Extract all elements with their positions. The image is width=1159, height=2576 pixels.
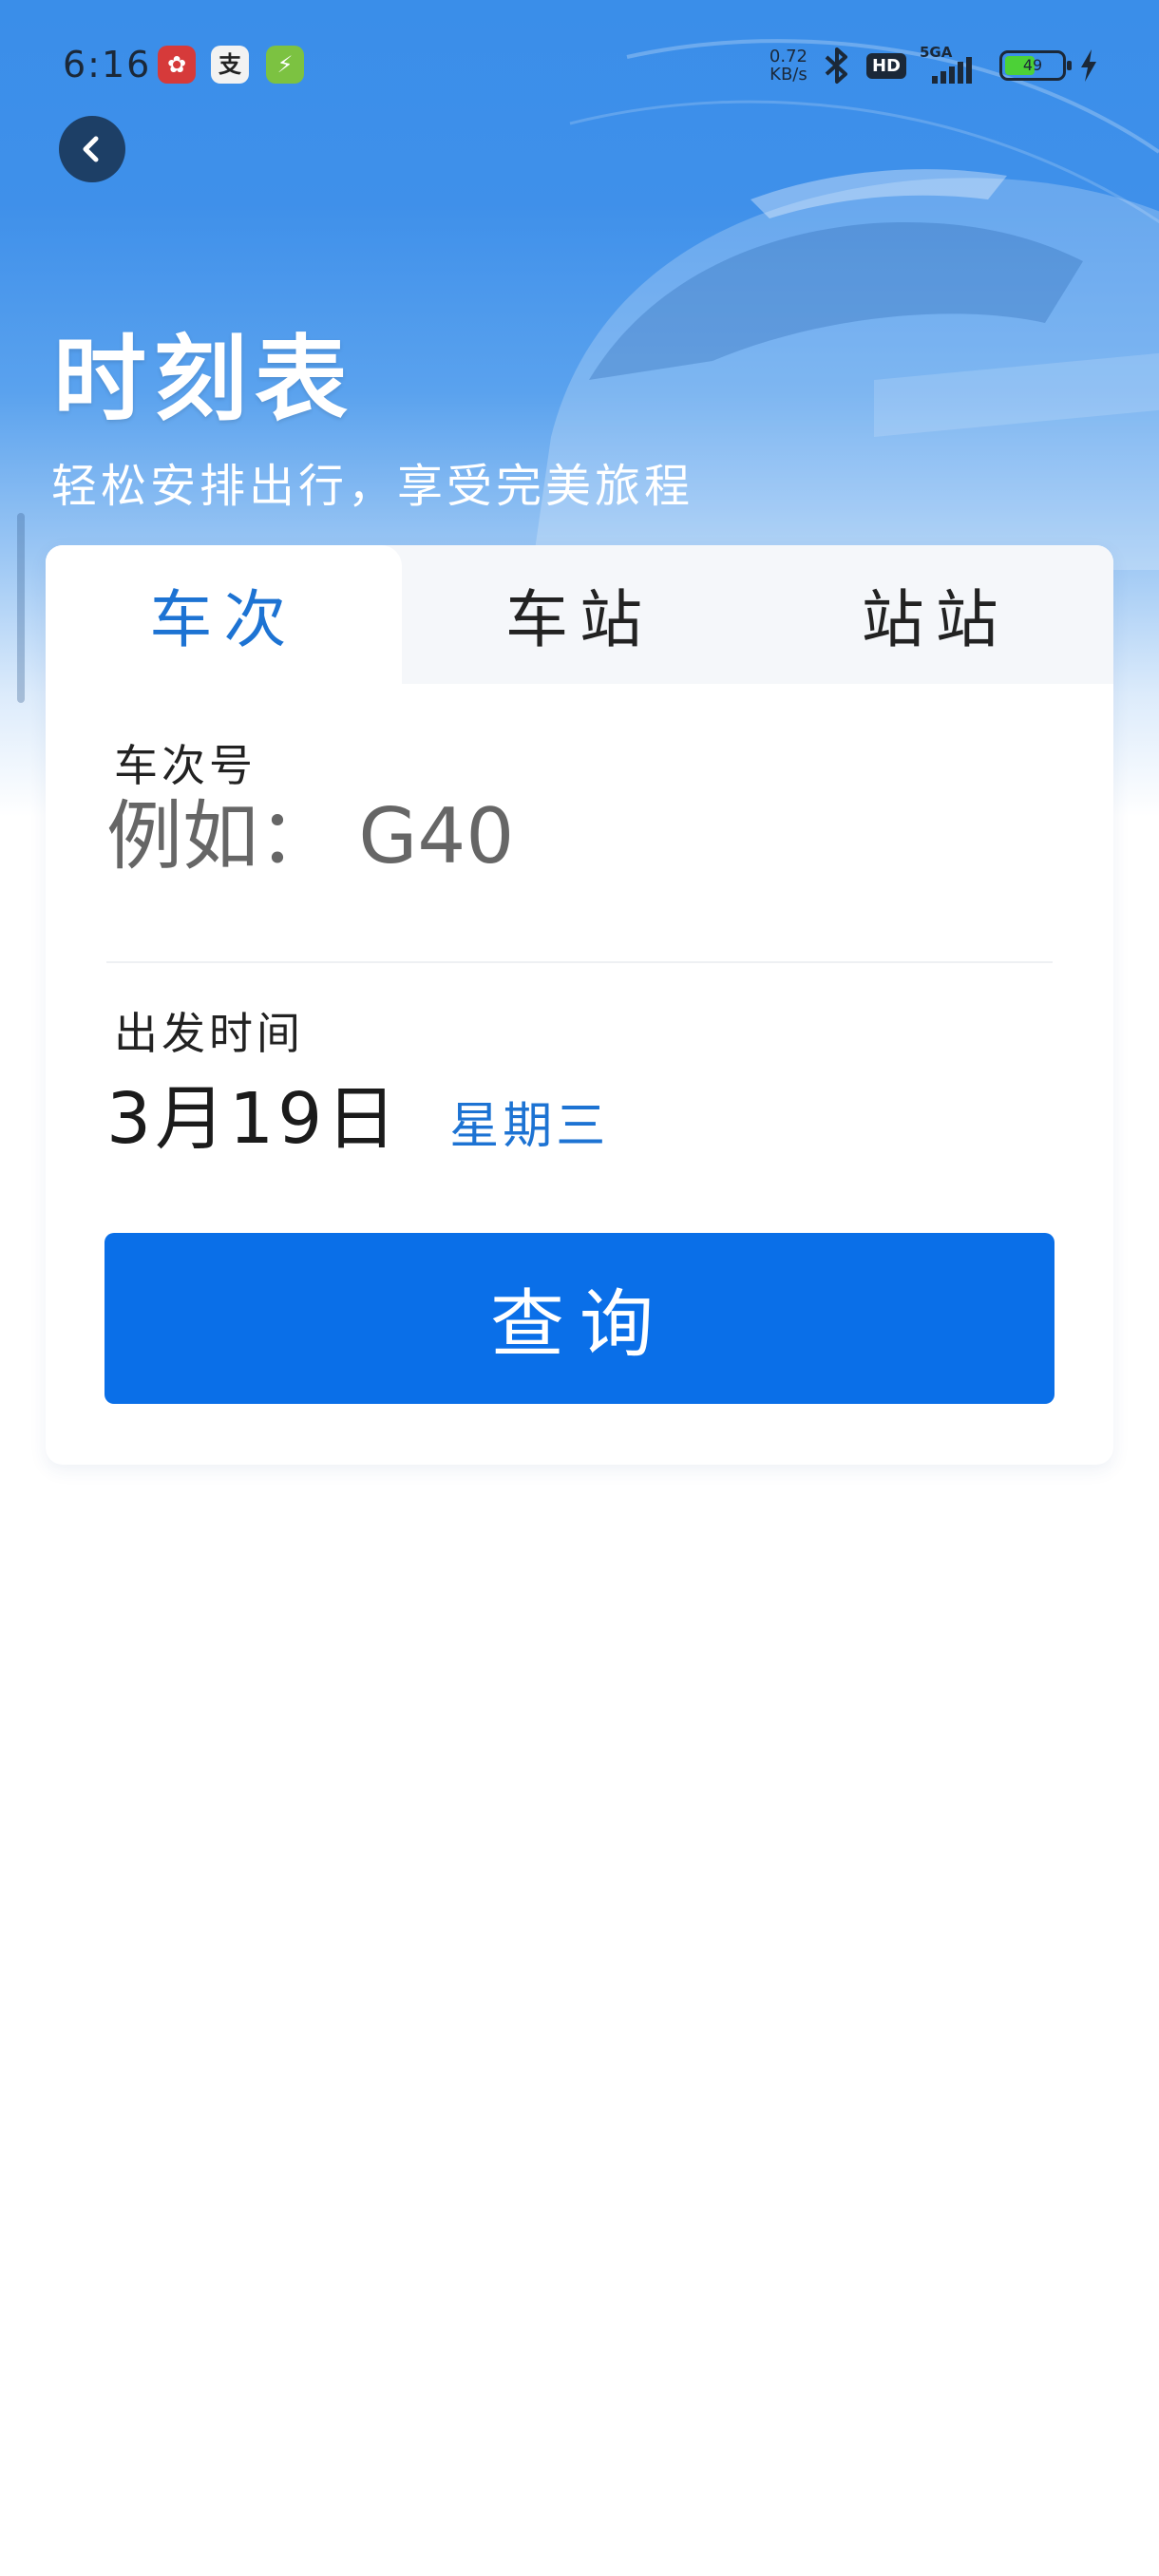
- battery-percent: 49: [1022, 56, 1043, 74]
- scroll-indicator: [17, 513, 25, 703]
- tab-station[interactable]: 车站: [402, 545, 758, 684]
- hd-badge: HD: [865, 52, 906, 79]
- departure-weekday: 星期三: [449, 1098, 610, 1155]
- search-button[interactable]: 查询: [104, 1233, 1054, 1404]
- tab-train-number[interactable]: 车次: [46, 545, 402, 684]
- status-time: 6:16: [63, 44, 152, 85]
- chevron-left-icon: [83, 136, 99, 162]
- timetable-search-card: 车次 车站 站站 车次号 出发时间 3月19日 星期三 查询: [46, 545, 1113, 1465]
- network-type-label: 5GA: [920, 44, 953, 61]
- store-app-icon: 支: [211, 46, 249, 84]
- gift-app-icon: ✿: [158, 46, 196, 84]
- back-button[interactable]: [59, 116, 125, 182]
- train-number-input[interactable]: [106, 788, 1056, 883]
- network-speed: 0.72 KB/s: [770, 47, 808, 84]
- departure-date: 3月19日: [106, 1078, 401, 1160]
- status-indicators: 0.72 KB/s HD 5GA 49: [770, 42, 1098, 89]
- network-speed-value: 0.72: [769, 47, 808, 66]
- tab-station-to-station[interactable]: 站站: [757, 545, 1113, 684]
- page-title: 时刻表: [53, 326, 356, 434]
- charge-app-icon: ⚡: [266, 46, 304, 84]
- train-number-label: 车次号: [114, 740, 256, 791]
- search-mode-tabs: 车次 车站 站站: [46, 545, 1113, 684]
- charging-bolt-icon: [1081, 49, 1096, 82]
- cellular-signal-icon: 5GA: [920, 44, 986, 84]
- divider: [106, 961, 1053, 963]
- page-subtitle: 轻松安排出行，享受完美旅程: [51, 460, 694, 513]
- battery-icon: 49: [999, 50, 1072, 81]
- status-bar: 6:16 ✿ 支 ⚡ 0.72 KB/s HD 5GA 49: [0, 0, 1159, 133]
- network-speed-unit: KB/s: [770, 65, 808, 85]
- departure-date-picker[interactable]: 3月19日 星期三: [106, 1062, 609, 1164]
- departure-time-label: 出发时间: [114, 1008, 304, 1059]
- bluetooth-icon: [825, 47, 847, 84]
